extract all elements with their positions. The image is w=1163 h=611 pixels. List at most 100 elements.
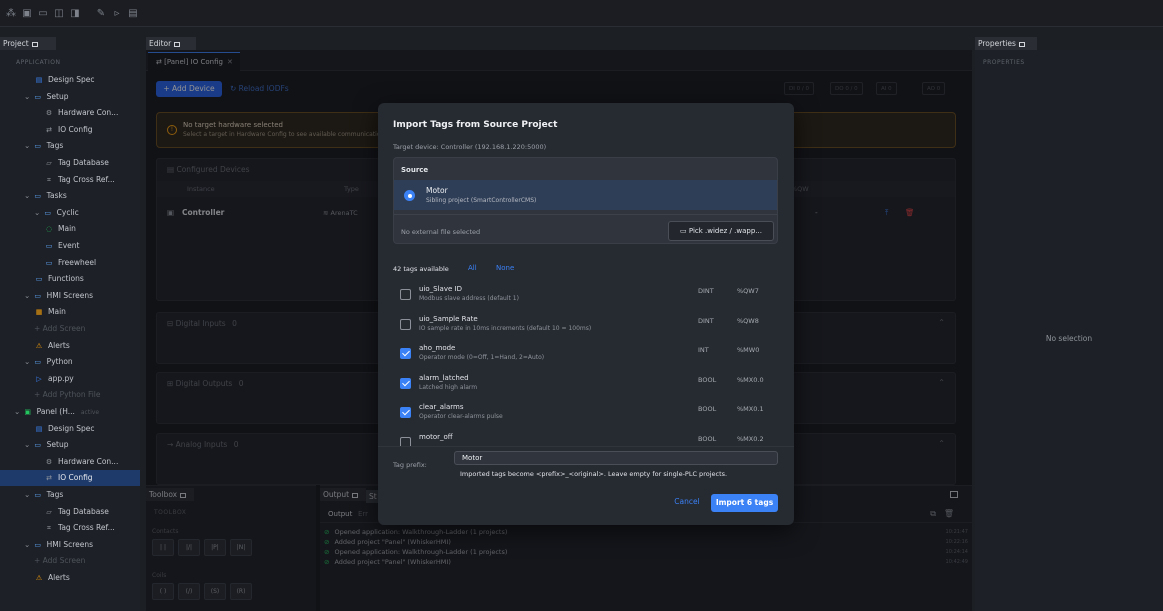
tree-item[interactable]: ⌄ ▣ Panel (H... active (0, 404, 140, 420)
checkbox-unchecked[interactable] (400, 289, 411, 300)
io-icon: ⇄ (46, 474, 52, 483)
folder-icon: ▭ (34, 540, 41, 549)
tree-item-label: Main (48, 307, 66, 317)
select-all-link[interactable]: All (468, 264, 477, 272)
tree-item[interactable]: ⚠ Alerts (0, 570, 140, 586)
tag-row[interactable]: alarm_latched Latched high alarm BOOL %MX0.… (393, 370, 778, 400)
window-icon (1018, 41, 1025, 47)
sitemap-icon[interactable]: ⁂ (6, 9, 16, 19)
tag-address: %MX0.1 (737, 405, 764, 413)
tag-name: uio_Sample Rate (419, 314, 478, 323)
folder-icon[interactable]: ▭ (38, 9, 48, 19)
source-option-motor[interactable]: Motor Sibling project (SmartControllerCM… (394, 180, 777, 210)
tree-item[interactable]: ⌄ ▭ Python (0, 354, 140, 370)
tag-type: BOOL (698, 434, 717, 443)
tree-item-label: Tasks (46, 191, 67, 201)
save-all-icon[interactable]: ◨ (70, 9, 80, 19)
tag-row[interactable]: uio_Slave ID Modbus slave address (defaul… (393, 281, 778, 311)
checkbox-checked[interactable] (400, 348, 411, 359)
tree-item[interactable]: + Add Screen (0, 553, 140, 569)
tag-name: clear_alarms (419, 403, 464, 411)
tag-row[interactable]: clear_alarms Operator clear-alarms pulse B… (393, 399, 778, 429)
chevron-down-icon[interactable]: ⌄ (24, 540, 33, 549)
wrench-icon[interactable]: ✎ (96, 9, 106, 19)
tree-item[interactable]: ⌄ ▭ Setup (0, 89, 140, 105)
tree-item[interactable]: ▦ Main (0, 304, 140, 320)
tree-item[interactable]: ⇄ IO Config (0, 122, 140, 138)
tree-item[interactable]: ⚠ Alerts (0, 338, 140, 354)
pick-file-button[interactable]: ▭ Pick .widez / .wapp... (668, 221, 774, 241)
chevron-down-icon[interactable]: ⌄ (14, 407, 23, 416)
properties-panel-tab[interactable]: Properties (975, 37, 1037, 50)
chevron-down-icon[interactable]: ⌄ (24, 291, 33, 300)
tree-item[interactable]: ⇄ IO Config (0, 470, 140, 487)
tree-item[interactable]: ▤ Design Spec (0, 421, 140, 437)
tag-address: %MX0.2 (737, 434, 764, 443)
chevron-down-icon[interactable]: ⌄ (24, 490, 33, 499)
chevron-down-icon[interactable]: ⌄ (34, 208, 43, 217)
run-icon[interactable]: ▹ (112, 9, 122, 19)
tree-item-label: Setup (46, 91, 69, 101)
tree-item[interactable]: ◌ Main (0, 221, 140, 237)
radio-selected-icon[interactable] (404, 190, 415, 201)
project-panel-tab[interactable]: Project (0, 37, 56, 50)
source-name: Motor (426, 186, 448, 195)
tag-name: alarm_latched (419, 373, 469, 382)
tree-item[interactable]: ▭ Event (0, 238, 140, 254)
tree-item-label: Cyclic (56, 207, 79, 217)
tree-item[interactable]: ▱ Tag Database (0, 504, 140, 520)
tree-item[interactable]: ⌄ ▭ Tasks (0, 188, 140, 204)
tag-name: aho_mode (419, 344, 456, 352)
tag-desc: Latched high alarm (419, 383, 478, 391)
checkbox-checked[interactable] (400, 407, 411, 418)
checkbox-unchecked[interactable] (400, 318, 411, 330)
tree-item-label: Hardware Con... (58, 456, 119, 466)
chevron-down-icon[interactable]: ⌄ (24, 191, 33, 200)
pick-file-label: Pick .widez / .wapp... (688, 227, 762, 235)
import-button[interactable]: Import 6 tags (711, 494, 778, 512)
save-icon[interactable]: ◫ (54, 9, 64, 19)
tree-item[interactable]: ⌗ Tag Cross Ref... (0, 520, 140, 536)
checkbox-checked[interactable] (400, 377, 411, 389)
tree-item[interactable]: ⌗ Tag Cross Ref... (0, 172, 140, 188)
tree-item[interactable]: ▤ Design Spec (0, 72, 140, 88)
tree-item[interactable]: ⌄ ▭ Cyclic (0, 205, 140, 221)
tag-row[interactable]: aho_mode Operator mode (0=Off, 1=Hand, 2=… (393, 340, 778, 370)
chevron-down-icon[interactable]: ⌄ (24, 357, 33, 366)
tree-item[interactable]: ⚙ Hardware Con... (0, 454, 140, 470)
tree-item[interactable]: ▷ app.py (0, 371, 140, 387)
cancel-button[interactable]: Cancel (668, 494, 706, 510)
tree-item[interactable]: ▭ Functions (0, 271, 140, 287)
tree-item[interactable]: ▱ Tag Database (0, 155, 140, 171)
tag-row[interactable]: motor_off BOOL %MX0.2 (393, 429, 778, 447)
tag-type: BOOL (698, 375, 717, 384)
tag-row[interactable]: uio_Sample Rate IO sample rate in 10ms in… (393, 311, 778, 341)
tree-item-label: Event (58, 241, 80, 250)
tree-item[interactable]: + Add Python File (0, 387, 140, 403)
properties-section-header: PROPERTIES (983, 59, 1025, 66)
tree-item-label: Tags (46, 141, 64, 151)
tree-item[interactable]: ⌄ ▭ Setup (0, 437, 140, 453)
tree-item[interactable]: ▭ Freewheel (0, 255, 140, 271)
select-none-link[interactable]: None (496, 264, 514, 272)
tree-item[interactable]: ⌄ ▭ HMI Screens (0, 288, 140, 304)
tag-list[interactable]: uio_Slave ID Modbus slave address (defaul… (378, 281, 794, 447)
new-panel-icon[interactable]: ▣ (22, 9, 32, 19)
tree-item-label: + Add Screen (34, 324, 86, 333)
properties-tab-label: Properties (978, 39, 1016, 48)
editor-panel-tab[interactable]: Editor (146, 37, 196, 50)
tree-item[interactable]: ⌄ ▭ Tags (0, 487, 140, 503)
chevron-down-icon[interactable]: ⌄ (24, 440, 33, 449)
chevron-down-icon[interactable]: ⌄ (24, 141, 33, 150)
folder-icon: ▭ (45, 258, 53, 267)
chevron-down-icon[interactable]: ⌄ (24, 92, 33, 101)
tree-item-label: Alerts (48, 573, 70, 582)
window-icon[interactable]: ▤ (128, 9, 138, 19)
tag-type: DINT (698, 287, 714, 295)
tree-item[interactable]: ⌄ ▭ HMI Screens (0, 537, 140, 553)
tree-item[interactable]: ⚙ Hardware Con... (0, 105, 140, 121)
tree-item[interactable]: ⌄ ▭ Tags (0, 138, 140, 154)
tag-prefix-input[interactable]: Motor (454, 451, 778, 465)
crossref-icon: ⌗ (47, 175, 51, 184)
tree-item[interactable]: + Add Screen (0, 321, 140, 337)
